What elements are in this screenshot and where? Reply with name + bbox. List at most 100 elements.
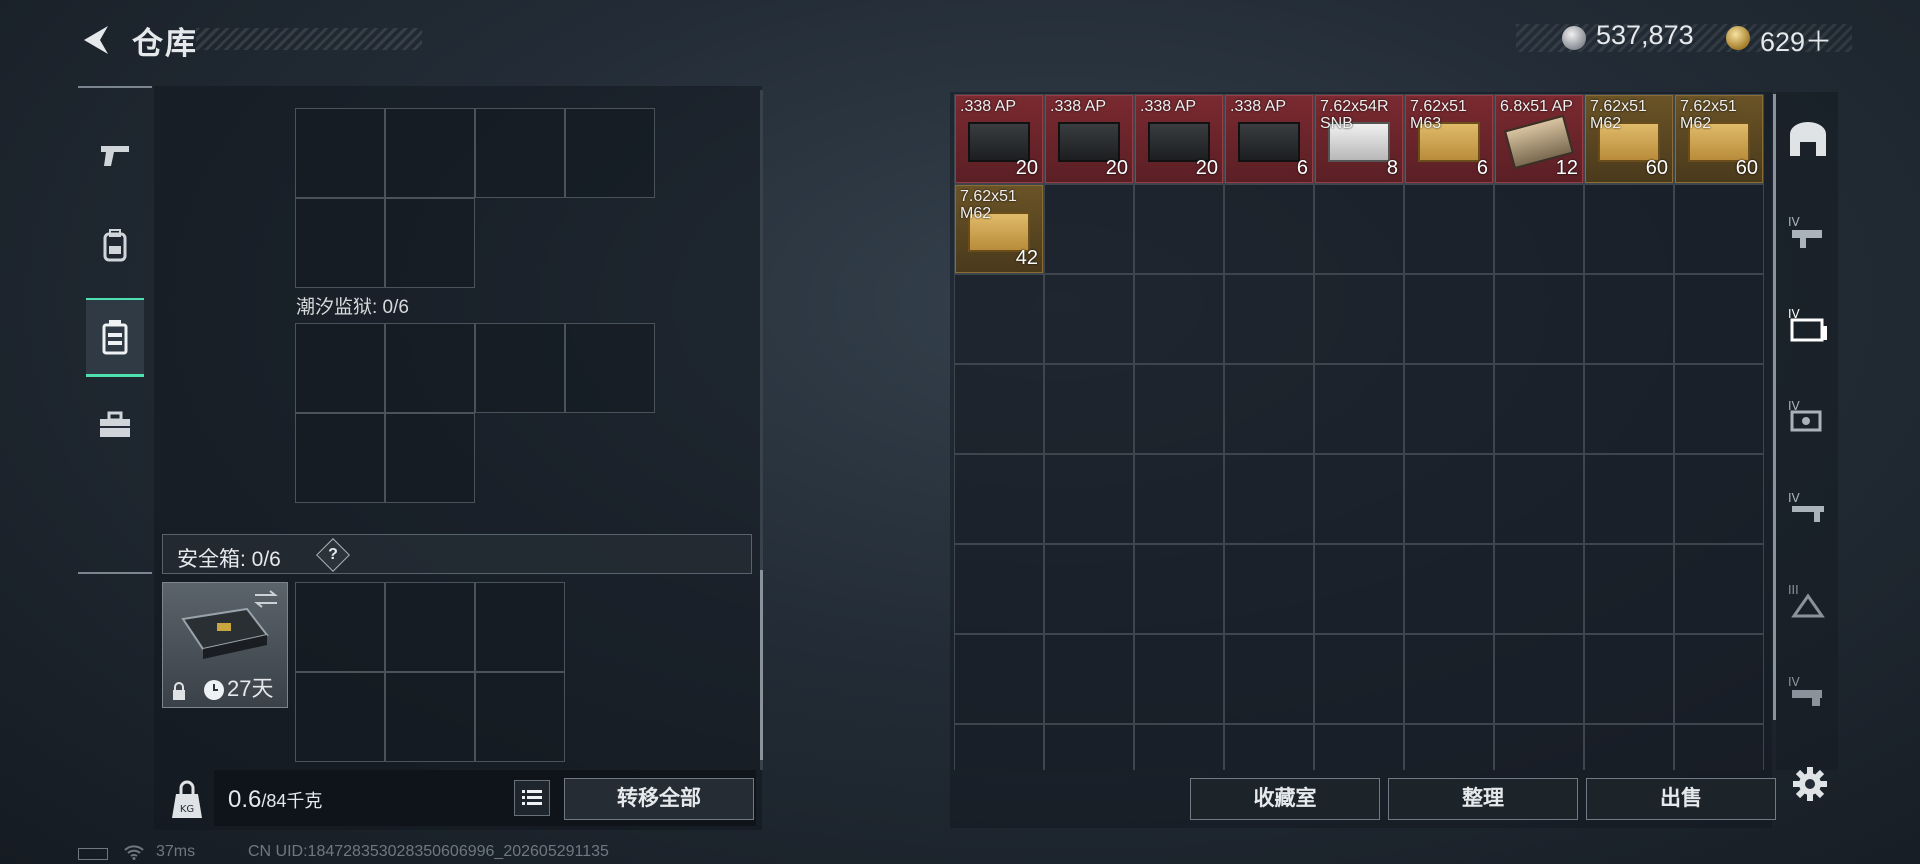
- list-view-button[interactable]: [514, 780, 550, 816]
- grid-cell[interactable]: [565, 323, 655, 413]
- rail-item-container[interactable]: [86, 298, 144, 377]
- storage-cell[interactable]: [1134, 184, 1224, 274]
- storage-cell[interactable]: [1584, 634, 1674, 724]
- storage-cell[interactable]: [1674, 274, 1764, 364]
- storage-cell[interactable]: [1044, 454, 1134, 544]
- all-storage-icon[interactable]: [1786, 120, 1830, 160]
- storage-cell[interactable]: [954, 364, 1044, 454]
- grid-cell[interactable]: [295, 108, 385, 198]
- gold-coin-icon[interactable]: [1726, 26, 1750, 50]
- storage-cell[interactable]: [1224, 274, 1314, 364]
- grid-cell[interactable]: [565, 108, 655, 198]
- swap-icon[interactable]: [253, 589, 279, 609]
- storage-cell[interactable]: [1134, 274, 1224, 364]
- storage-cell[interactable]: [1494, 634, 1584, 724]
- storage-cell[interactable]: [1674, 544, 1764, 634]
- storage-cell[interactable]: [1224, 544, 1314, 634]
- gear-filter-icon[interactable]: IV: [1786, 396, 1830, 436]
- grid-cell[interactable]: [475, 582, 565, 672]
- storage-cell[interactable]: [1674, 184, 1764, 274]
- storage-cell[interactable]: [1674, 364, 1764, 454]
- storage-cell[interactable]: [1494, 454, 1584, 544]
- storage-cell[interactable]: [1044, 634, 1134, 724]
- weapon-filter-icon[interactable]: IV: [1786, 212, 1830, 252]
- grid-cell[interactable]: [475, 323, 565, 413]
- storage-cell[interactable]: [1584, 724, 1674, 770]
- rail-item-weapons[interactable]: [86, 118, 144, 192]
- grid-cell[interactable]: [385, 108, 475, 198]
- grid-cell[interactable]: [385, 198, 475, 288]
- storage-cell[interactable]: [1044, 724, 1134, 770]
- storage-cell[interactable]: [954, 274, 1044, 364]
- weight-bag-icon[interactable]: KG: [162, 774, 212, 824]
- ammo-item[interactable]: 7.62x51 M62 60: [1585, 95, 1673, 183]
- ammo-item[interactable]: 7.62x51 M63 6: [1405, 95, 1493, 183]
- storage-cell[interactable]: [1224, 364, 1314, 454]
- storage-cell[interactable]: [1314, 274, 1404, 364]
- storage-cell[interactable]: [954, 634, 1044, 724]
- storage-cell[interactable]: [1314, 724, 1404, 770]
- medical-filter-icon[interactable]: III: [1786, 580, 1830, 620]
- storage-cell[interactable]: [1674, 724, 1764, 770]
- storage-cell[interactable]: [1404, 274, 1494, 364]
- storage-cell[interactable]: [1044, 544, 1134, 634]
- ammo-item[interactable]: 6.8x51 AP 12: [1495, 95, 1583, 183]
- storage-cell[interactable]: [954, 724, 1044, 770]
- storage-cell[interactable]: [1314, 364, 1404, 454]
- ammo-item[interactable]: 7.62x54R SNB 8: [1315, 95, 1403, 183]
- storage-cell[interactable]: [1224, 634, 1314, 724]
- storage-cell[interactable]: [1494, 544, 1584, 634]
- storage-cell[interactable]: [1404, 364, 1494, 454]
- back-arrow-icon[interactable]: [78, 22, 112, 58]
- storage-cell[interactable]: [1404, 544, 1494, 634]
- storage-cell[interactable]: [1224, 454, 1314, 544]
- storage-cell[interactable]: [1404, 454, 1494, 544]
- storage-cell[interactable]: [1494, 184, 1584, 274]
- misc-filter-icon[interactable]: IV: [1786, 672, 1830, 712]
- grid-cell[interactable]: [295, 198, 385, 288]
- storage-cell[interactable]: [1314, 184, 1404, 274]
- storage-cell[interactable]: [1404, 634, 1494, 724]
- storage-cell[interactable]: [1674, 634, 1764, 724]
- gold-amount[interactable]: 629＋: [1760, 20, 1832, 59]
- grid-cell[interactable]: [385, 672, 475, 762]
- ammo-filter-icon[interactable]: IV: [1786, 304, 1830, 344]
- storage-cell[interactable]: [1584, 454, 1674, 544]
- storage-cell[interactable]: [1134, 724, 1224, 770]
- storage-cell[interactable]: [1314, 454, 1404, 544]
- storage-cell[interactable]: [1134, 364, 1224, 454]
- storage-cell[interactable]: [1674, 454, 1764, 544]
- grid-cell[interactable]: [385, 413, 475, 503]
- storage-cell[interactable]: [1494, 724, 1584, 770]
- ammo-item[interactable]: .338 AP 20: [1045, 95, 1133, 183]
- sell-button[interactable]: 出售: [1586, 778, 1776, 820]
- ammo-item[interactable]: .338 AP 6: [1225, 95, 1313, 183]
- ammo-item[interactable]: .338 AP 20: [955, 95, 1043, 183]
- storage-cell[interactable]: [1404, 184, 1494, 274]
- storage-cell[interactable]: [1044, 274, 1134, 364]
- transfer-all-button[interactable]: 转移全部: [564, 778, 754, 820]
- grid-cell[interactable]: [295, 672, 385, 762]
- storage-cell[interactable]: [1224, 184, 1314, 274]
- grid-cell[interactable]: [385, 582, 475, 672]
- weapon-parts-filter-icon[interactable]: IV: [1786, 488, 1830, 528]
- storage-cell[interactable]: [1494, 274, 1584, 364]
- grid-cell[interactable]: [295, 323, 385, 413]
- grid-cell[interactable]: [475, 108, 565, 198]
- left-scrollbar-thumb[interactable]: [760, 570, 763, 760]
- ammo-item[interactable]: 7.62x51 M62 60: [1675, 95, 1763, 183]
- rail-item-backpack[interactable]: [86, 208, 144, 282]
- storage-cell[interactable]: [1584, 364, 1674, 454]
- grid-cell[interactable]: [295, 413, 385, 503]
- storage-cell[interactable]: [1584, 544, 1674, 634]
- storage-cell[interactable]: [1584, 274, 1674, 364]
- ammo-item[interactable]: .338 AP 20: [1135, 95, 1223, 183]
- storage-cell[interactable]: [1134, 454, 1224, 544]
- storage-cell[interactable]: [1044, 184, 1134, 274]
- storage-cell[interactable]: [1134, 634, 1224, 724]
- storage-cell[interactable]: [1314, 544, 1404, 634]
- storage-cell[interactable]: [1044, 364, 1134, 454]
- storage-cell[interactable]: [1134, 544, 1224, 634]
- rail-item-toolbox[interactable]: [86, 388, 144, 462]
- help-icon[interactable]: ?: [316, 538, 350, 572]
